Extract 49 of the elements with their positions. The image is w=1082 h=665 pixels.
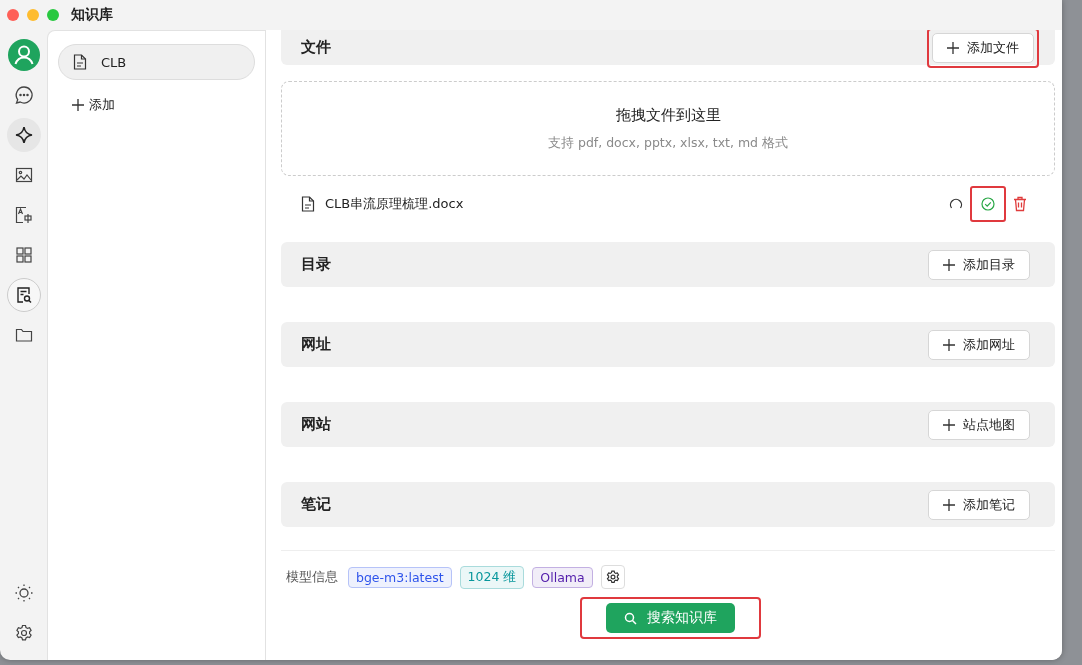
plus-icon	[72, 99, 84, 111]
add-button[interactable]: 添加文件	[932, 32, 1034, 63]
document-icon	[73, 54, 87, 70]
document-search-button[interactable]	[6, 278, 41, 312]
chat-icon	[13, 85, 34, 105]
add-button[interactable]: 站点地图	[928, 409, 1030, 440]
add-knowledge-base-button[interactable]: 添加	[72, 96, 255, 114]
folder-icon	[14, 326, 33, 344]
model-tag: Ollama	[532, 566, 593, 588]
avatar-icon	[7, 39, 40, 71]
document-search-icon	[14, 286, 33, 304]
section-title: 网址	[301, 335, 331, 354]
sparkle-icon	[13, 125, 34, 145]
file-icon	[301, 196, 315, 212]
translate-icon	[14, 206, 33, 224]
plus-icon	[943, 258, 955, 271]
settings-icon[interactable]	[14, 624, 33, 642]
check-circle-icon	[981, 197, 995, 211]
file-name: CLB串流原理梳理.docx	[325, 195, 465, 213]
search-icon	[624, 611, 637, 625]
section-title: 网站	[301, 415, 331, 434]
drop-zone-title: 拖拽文件到这里	[615, 105, 721, 125]
plus-icon	[947, 41, 959, 54]
refresh-icon[interactable]	[949, 197, 963, 211]
drop-zone-hint: 支持 pdf, docx, pptx, xlsx, txt, md 格式	[547, 134, 789, 152]
grid-icon	[14, 246, 33, 264]
sun-icon[interactable]	[13, 583, 34, 603]
window-title: 知识库	[71, 6, 113, 24]
trash-icon[interactable]	[1013, 196, 1027, 212]
image-icon	[14, 166, 33, 184]
plus-icon	[943, 338, 955, 351]
model-tag: bge-m3:latest	[348, 566, 452, 588]
add-button[interactable]: 添加网址	[928, 329, 1030, 360]
close-window-button[interactable]	[7, 9, 19, 21]
drop-zone[interactable]: 拖拽文件到这里 支持 pdf, docx, pptx, xlsx, txt, md 格式	[281, 81, 1055, 176]
model-tag: 1024 维	[459, 565, 525, 589]
add-button[interactable]: 添加目录	[928, 249, 1030, 280]
add-button[interactable]: 添加笔记	[928, 489, 1030, 520]
sparkle-button[interactable]	[6, 118, 41, 152]
section-title: 笔记	[301, 495, 331, 514]
section-title: 文件	[301, 38, 331, 57]
avatar-button[interactable]	[6, 38, 41, 72]
model-settings-button[interactable]	[600, 565, 625, 589]
plus-icon	[943, 498, 955, 511]
model-info-label: 模型信息	[286, 568, 338, 586]
plus-icon	[943, 418, 955, 431]
knowledge-base-item[interactable]: CLB	[58, 44, 255, 80]
section-title: 目录	[301, 255, 331, 274]
settings-icon	[605, 570, 620, 584]
